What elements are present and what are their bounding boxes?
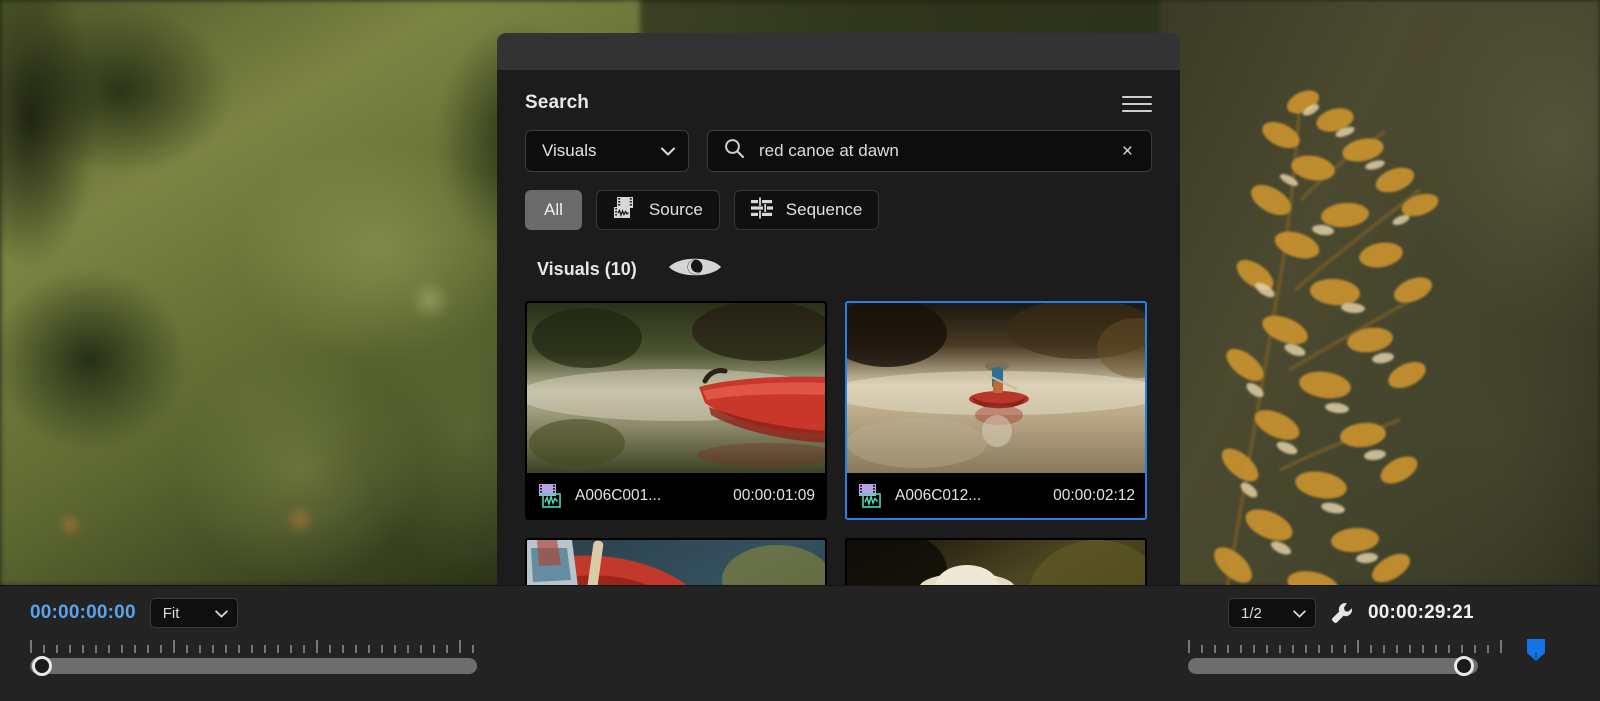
search-icon <box>724 138 745 164</box>
results-count-label: Visuals (10) <box>537 259 637 279</box>
program-scrollbar[interactable] <box>1188 656 1478 676</box>
program-scroll-knob[interactable] <box>1454 656 1474 676</box>
source-time-ruler[interactable] <box>30 640 477 654</box>
filmstrip-icon <box>613 196 638 225</box>
video-audio-clip-icon <box>857 483 885 509</box>
tab-sequence-label: Sequence <box>785 200 863 219</box>
close-icon[interactable]: × <box>1118 140 1137 163</box>
search-input[interactable]: red canoe at dawn <box>759 141 1104 161</box>
search-input-wrapper[interactable]: red canoe at dawn × <box>707 130 1152 172</box>
panel-header: Search <box>497 70 1180 114</box>
app-root: Search Visuals red canoe at dawn × All S… <box>0 0 1600 701</box>
source-monitor-controls: 00:00:00:00 Fit <box>0 586 497 701</box>
search-row: Visuals red canoe at dawn × <box>497 114 1180 172</box>
playback-resolution-value: 1/2 <box>1241 604 1262 622</box>
clip-duration: 00:00:01:09 <box>733 486 815 504</box>
wrench-icon[interactable] <box>1330 601 1354 625</box>
sequence-icon <box>750 197 775 224</box>
source-timecode-row: 00:00:00:00 Fit <box>0 586 497 628</box>
results-header: Visuals (10) <box>497 230 1180 285</box>
tab-all-label: All <box>544 200 563 219</box>
search-scope-value: Visuals <box>542 141 597 160</box>
video-audio-clip-icon <box>537 483 565 509</box>
hamburger-icon[interactable] <box>1122 92 1152 114</box>
clip-thumbnail[interactable] <box>847 303 1145 473</box>
program-timecode-row: 1/2 00:00:29:21 <box>1180 586 1600 628</box>
clip-name: A006C012... <box>895 486 982 504</box>
chevron-down-icon <box>214 605 228 622</box>
video-background-autumn-branch <box>1214 90 1439 586</box>
panel-titlebar[interactable] <box>497 33 1180 70</box>
chevron-down-icon <box>661 147 675 156</box>
page-title: Search <box>525 92 589 113</box>
clip-footer: A006C012... 00:00:02:12 <box>847 473 1145 518</box>
program-monitor-controls: 1/2 00:00:29:21 <box>1180 586 1600 701</box>
eye-icon[interactable] <box>667 254 723 285</box>
tab-source[interactable]: Source <box>595 190 720 230</box>
timeline-bottom-bar: 00:00:00:00 Fit 1/2 00:00:29:21 <box>0 585 1600 701</box>
marker-pin-icon[interactable] <box>1525 638 1545 661</box>
list-item[interactable]: A006C012... 00:00:02:12 <box>845 301 1147 520</box>
filter-tabs: All Source Sequence <box>497 172 1180 230</box>
tab-source-label: Source <box>648 200 703 219</box>
playback-resolution-select[interactable]: 1/2 <box>1228 598 1316 628</box>
duration-timecode[interactable]: 00:00:29:21 <box>1368 602 1474 624</box>
search-scope-select[interactable]: Visuals <box>525 130 689 172</box>
chevron-down-icon <box>1293 605 1306 622</box>
tab-all[interactable]: All <box>525 190 582 230</box>
source-scroll-knob[interactable] <box>32 656 52 676</box>
list-item[interactable]: A006C001... 00:00:01:09 <box>525 301 827 520</box>
tab-sequence[interactable]: Sequence <box>733 190 880 230</box>
zoom-level-select[interactable]: Fit <box>149 598 238 628</box>
zoom-level-value: Fit <box>162 604 180 622</box>
clip-name: A006C001... <box>575 486 662 504</box>
current-timecode[interactable]: 00:00:00:00 <box>30 602 136 624</box>
source-scrollbar[interactable] <box>30 656 477 676</box>
clip-thumbnail[interactable] <box>527 303 825 473</box>
clip-duration: 00:00:02:12 <box>1053 486 1135 504</box>
clip-footer: A006C001... 00:00:01:09 <box>527 473 825 518</box>
